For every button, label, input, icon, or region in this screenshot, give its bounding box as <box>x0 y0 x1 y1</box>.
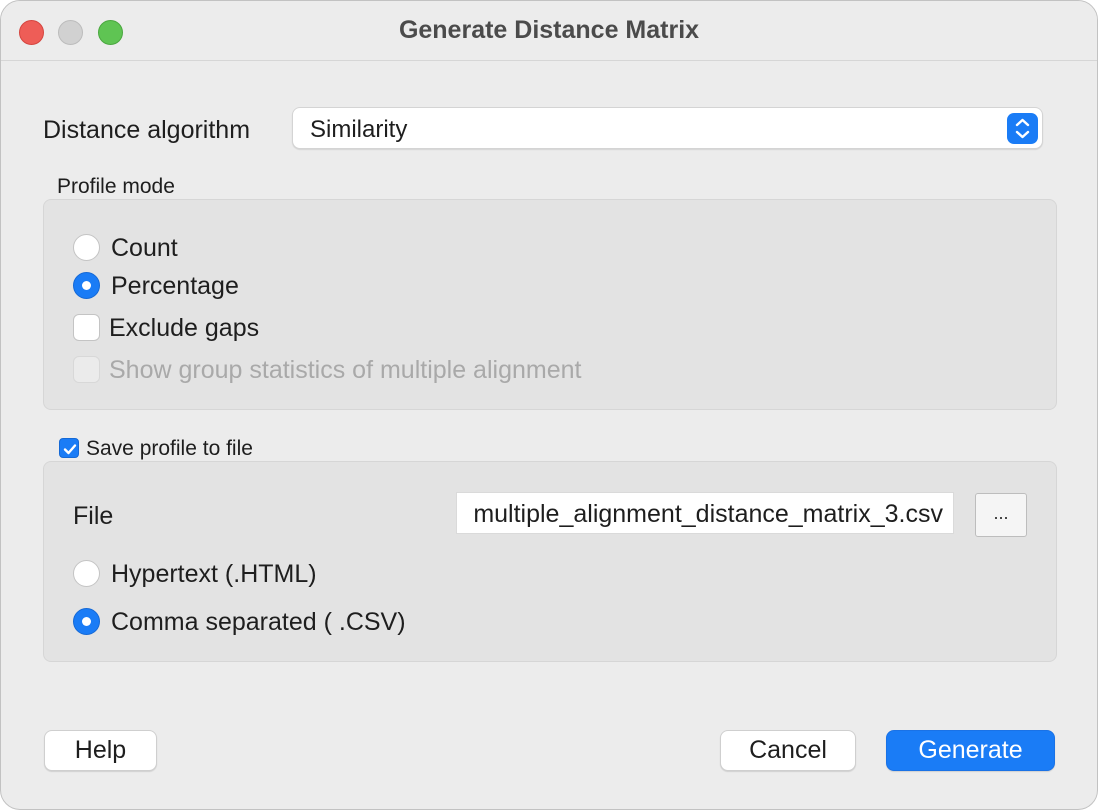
cancel-button[interactable]: Cancel <box>720 730 856 771</box>
html-format-radio[interactable] <box>73 560 100 587</box>
window-title: Generate Distance Matrix <box>398 16 700 44</box>
csv-format-label[interactable]: Comma separated ( .CSV) <box>111 608 406 637</box>
percentage-radio-label[interactable]: Percentage <box>111 272 239 301</box>
generate-button[interactable]: Generate <box>886 730 1055 771</box>
save-profile-checkbox[interactable] <box>59 438 79 458</box>
group-statistics-label: Show group statistics of multiple alignm… <box>109 356 582 384</box>
count-radio[interactable] <box>73 234 100 261</box>
count-radio-label[interactable]: Count <box>111 234 178 263</box>
profile-mode-label: Profile mode <box>57 175 175 198</box>
group-statistics-checkbox <box>73 356 100 383</box>
save-profile-label[interactable]: Save profile to file <box>86 437 253 461</box>
file-path-value: multiple_alignment_distance_matrix_3.csv <box>473 500 943 528</box>
dialog-window: Generate Distance Matrix Distance algori… <box>0 0 1098 810</box>
file-label: File <box>73 502 114 530</box>
browse-file-button[interactable]: ... <box>975 493 1027 537</box>
file-path-input[interactable]: multiple_alignment_distance_matrix_3.csv <box>456 492 954 534</box>
checkmark-icon <box>63 444 77 455</box>
percentage-radio[interactable] <box>73 272 100 299</box>
distance-algorithm-label: Distance algorithm <box>43 116 251 144</box>
csv-format-radio[interactable] <box>73 608 100 635</box>
exclude-gaps-checkbox[interactable] <box>73 314 100 341</box>
html-format-label[interactable]: Hypertext (.HTML) <box>111 560 317 589</box>
distance-algorithm-value: Similarity <box>310 116 408 143</box>
help-button[interactable]: Help <box>44 730 157 771</box>
title-bar: Generate Distance Matrix <box>1 1 1097 61</box>
select-stepper-icon <box>1007 113 1038 144</box>
exclude-gaps-label[interactable]: Exclude gaps <box>109 314 259 343</box>
distance-algorithm-select[interactable]: Similarity <box>292 107 1043 149</box>
